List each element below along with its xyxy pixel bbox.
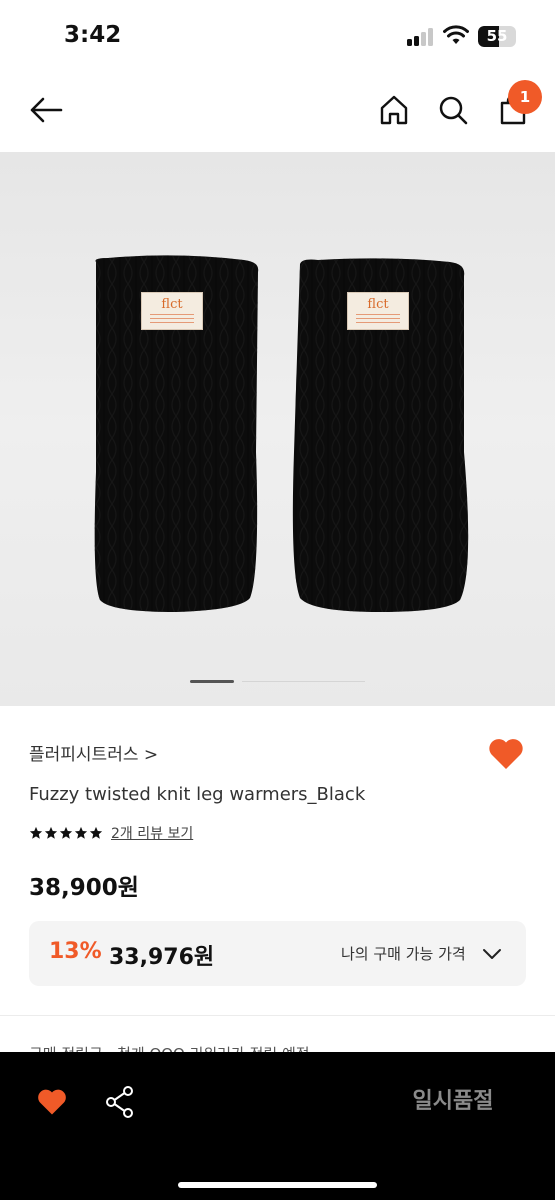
bottom-action-bar: 일시품절 [0, 1052, 555, 1200]
tag-logo: flct [161, 297, 183, 312]
product-image-gallery[interactable]: flct flct [0, 152, 555, 706]
star-icon [89, 826, 103, 839]
home-icon [380, 95, 408, 125]
leg-warmers-image [94, 255, 469, 612]
brand-link[interactable]: 플러피시트러스 > [29, 740, 158, 765]
review-link[interactable]: 2개 리뷰 보기 [111, 823, 193, 843]
heart-icon [38, 1089, 66, 1115]
product-price: 38,900원 [29, 875, 139, 901]
soldout-button[interactable]: 일시품절 [388, 1082, 518, 1122]
heart-icon [489, 739, 523, 769]
wifi-icon [443, 25, 469, 44]
wishlist-button[interactable] [486, 734, 526, 774]
share-icon [106, 1086, 133, 1118]
tag-logo: flct [367, 297, 389, 312]
brand-label-tag: flct [347, 292, 409, 330]
carousel-indicator [190, 680, 365, 684]
product-name: Fuzzy twisted knit leg warmers_Black [29, 784, 366, 805]
tag-text-lines [150, 314, 194, 326]
battery-icon: 55 [478, 26, 516, 47]
search-icon [439, 96, 468, 125]
star-rating [29, 826, 103, 840]
star-icon [29, 826, 43, 839]
battery-percent: 55 [486, 27, 508, 45]
discount-rate: 13% [49, 939, 102, 964]
app-header [0, 72, 555, 152]
my-price: 33,976원 [109, 945, 215, 970]
home-indicator [178, 1182, 377, 1188]
signal-icon [407, 28, 435, 46]
star-icon [44, 826, 58, 839]
my-price-label: 나의 구매 가능 가격 [341, 945, 466, 963]
status-time: 3:42 [64, 22, 122, 48]
my-price-dropdown[interactable]: 13% 33,976원 나의 구매 가능 가격 [29, 921, 526, 986]
bottom-wishlist-button[interactable] [36, 1086, 68, 1118]
rating-row: 2개 리뷰 보기 [29, 822, 193, 844]
brand-label-tag: flct [141, 292, 203, 330]
star-icon [74, 826, 88, 839]
back-arrow-icon [30, 97, 63, 123]
star-icon [59, 826, 73, 839]
share-button[interactable] [104, 1085, 136, 1119]
home-button[interactable] [372, 88, 416, 132]
tag-text-lines [356, 314, 400, 326]
status-bar: 3:42 55 [0, 0, 555, 72]
carousel-active-indicator [190, 680, 234, 683]
cart-count-badge: 1 [508, 80, 542, 114]
chevron-down-icon [483, 949, 501, 959]
carousel-track [242, 681, 365, 682]
search-button[interactable] [431, 88, 475, 132]
section-divider [0, 1015, 555, 1016]
back-button[interactable] [24, 88, 68, 132]
